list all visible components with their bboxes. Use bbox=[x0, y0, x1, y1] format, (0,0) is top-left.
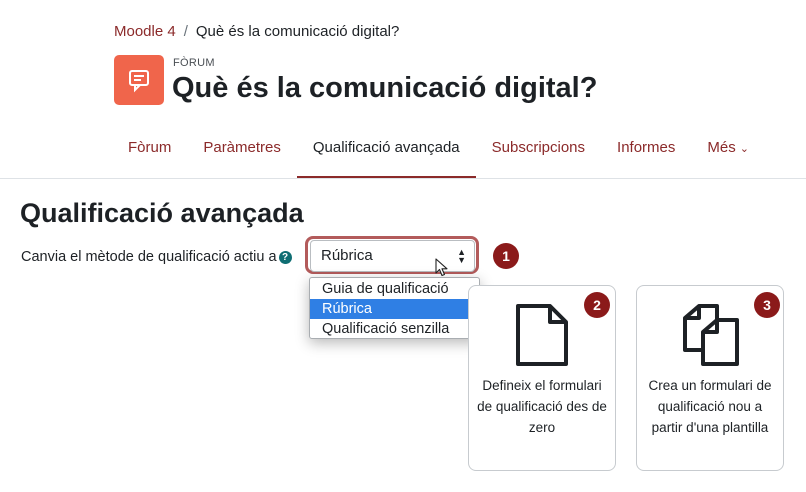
mouse-pointer-icon bbox=[435, 258, 448, 277]
option-marking-guide[interactable]: Guia de qualificació bbox=[310, 279, 479, 299]
card-description: Crea un formulari de qualificació nou a … bbox=[648, 378, 772, 435]
grading-method-row: Canvia el mètode de qualificació actiu a… bbox=[21, 249, 292, 265]
blank-document-icon bbox=[516, 304, 568, 366]
nav-divider bbox=[0, 178, 806, 179]
step-badge-1: 1 bbox=[493, 243, 519, 269]
tab-label: Subscripcions bbox=[491, 139, 586, 156]
secondary-nav: Fòrum Paràmetres Qualificació avançada S… bbox=[112, 128, 765, 179]
breadcrumb: Moodle 4 / Què és la comunicació digital… bbox=[114, 23, 399, 40]
activity-type-label: FÒRUM bbox=[173, 57, 215, 69]
breadcrumb-link-moodle[interactable]: Moodle 4 bbox=[114, 23, 176, 40]
grading-method-dropdown: Guia de qualificació Rúbrica Qualificaci… bbox=[309, 277, 480, 339]
copy-documents-icon bbox=[683, 304, 739, 366]
tab-label: Informes bbox=[617, 139, 676, 156]
grading-method-select[interactable]: Rúbrica ▲ ▼ bbox=[310, 240, 475, 272]
tab-reports[interactable]: Informes bbox=[601, 128, 691, 179]
help-icon[interactable]: ? bbox=[278, 250, 292, 264]
page-title: Què és la comunicació digital? bbox=[172, 72, 598, 104]
select-arrows-icon: ▲ ▼ bbox=[457, 247, 466, 265]
breadcrumb-separator: / bbox=[183, 23, 188, 40]
card-description: Defineix el formulari de qualificació de… bbox=[477, 378, 607, 435]
tab-more[interactable]: Més ⌄ bbox=[691, 128, 765, 179]
option-rubric[interactable]: Rúbrica bbox=[310, 299, 479, 319]
select-value: Rúbrica bbox=[321, 247, 373, 264]
breadcrumb-current: Què és la comunicació digital? bbox=[195, 23, 400, 40]
tab-forum[interactable]: Fòrum bbox=[112, 128, 187, 179]
chevron-down-icon: ⌄ bbox=[739, 143, 749, 155]
step-badge-3: 3 bbox=[754, 292, 780, 318]
tab-label: Més bbox=[707, 139, 736, 156]
tab-subscriptions[interactable]: Subscripcions bbox=[476, 128, 601, 179]
forum-icon bbox=[114, 55, 164, 105]
tab-label: Fòrum bbox=[128, 139, 172, 156]
tab-label: Qualificació avançada bbox=[312, 139, 460, 156]
grading-method-label: Canvia el mètode de qualificació actiu a bbox=[21, 249, 277, 265]
option-simple-grading[interactable]: Qualificació senzilla bbox=[310, 319, 479, 339]
tab-settings[interactable]: Paràmetres bbox=[187, 128, 297, 179]
tab-advanced-grading[interactable]: Qualificació avançada bbox=[296, 128, 476, 179]
step-badge-2: 2 bbox=[584, 292, 610, 318]
tab-label: Paràmetres bbox=[203, 139, 281, 156]
section-title: Qualificació avançada bbox=[20, 198, 304, 228]
